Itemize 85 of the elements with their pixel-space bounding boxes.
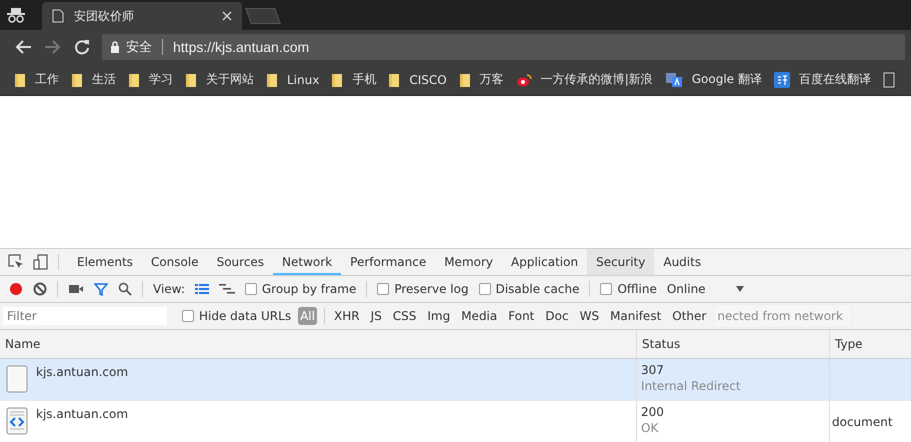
eye-logo-icon[interactable]: [516, 72, 532, 86]
type-filter[interactable]: Font: [506, 307, 536, 325]
code-file-icon[interactable]: [6, 407, 28, 435]
type-filter[interactable]: CSS: [390, 307, 418, 325]
column-header[interactable]: Type: [830, 330, 911, 358]
inspect-icon[interactable]: [8, 254, 24, 270]
bookmark[interactable]: 一方传承的微博|新浪: [516, 71, 653, 88]
request-name: kjs.antuan.com: [36, 407, 128, 421]
search-icon[interactable]: [118, 282, 132, 296]
folder-icon[interactable]: [458, 72, 471, 86]
column-header[interactable]: Name: [0, 330, 637, 358]
square-icon[interactable]: [774, 72, 790, 88]
list-view-icon[interactable]: [194, 283, 209, 295]
bookmark[interactable]: 工作: [14, 71, 59, 88]
folder-icon[interactable]: [266, 72, 278, 86]
bookmark[interactable]: 关于网站: [185, 71, 254, 88]
status-code: 307: [641, 363, 665, 377]
checkbox[interactable]: Disable cache: [478, 282, 580, 296]
status-text: OK: [641, 421, 660, 435]
folder-icon[interactable]: [71, 72, 83, 86]
type-filter[interactable]: Media: [459, 307, 500, 325]
checkbox[interactable]: Hide data URLs: [182, 309, 292, 323]
tab-title: 安团砍价师: [74, 8, 135, 24]
devtools-tab[interactable]: Elements: [68, 249, 142, 275]
throttling-dropdown[interactable]: Online: [666, 282, 744, 296]
type-filter[interactable]: Manifest: [608, 307, 664, 325]
type-filter[interactable]: Other: [670, 307, 708, 325]
bookmark[interactable]: 万客: [458, 71, 504, 88]
filter-icon[interactable]: [94, 282, 108, 296]
view-label: View:: [153, 282, 185, 296]
checkbox[interactable]: Preserve log: [377, 282, 469, 296]
caret-icon[interactable]: [736, 286, 744, 292]
folder-icon[interactable]: [14, 72, 26, 86]
close-icon[interactable]: [222, 11, 232, 21]
devtools-tab[interactable]: Audits: [654, 249, 710, 275]
status-text: Internal Redirect: [641, 379, 742, 393]
filter-field[interactable]: Filter: [3, 307, 167, 325]
status-code: 200: [641, 405, 665, 419]
bookmark[interactable]: Google 翻译: [664, 71, 762, 88]
record-icon[interactable]: [9, 282, 23, 296]
folder-icon[interactable]: [388, 72, 400, 86]
checkbox[interactable]: Offline: [600, 282, 657, 296]
request-name: kjs.antuan.com: [36, 365, 128, 379]
devtools-tab[interactable]: Application: [502, 249, 588, 275]
type-filter[interactable]: Img: [425, 307, 452, 325]
devtools-tab[interactable]: Security: [587, 249, 654, 275]
bookmark[interactable]: 手机: [331, 71, 376, 88]
forward-icon[interactable]: [44, 39, 62, 55]
incognito-icon[interactable]: [6, 7, 26, 23]
bookmark[interactable]: CISCO: [388, 72, 447, 86]
devtools-tab[interactable]: Memory: [435, 249, 502, 275]
waterfall-icon[interactable]: [218, 283, 235, 295]
type-filter[interactable]: Doc: [543, 307, 571, 325]
security-label: 安全: [126, 39, 152, 56]
column-header[interactable]: Status: [637, 330, 830, 358]
device-icon[interactable]: [33, 254, 49, 270]
request-type: document: [832, 415, 893, 429]
url-text: https://kjs.antuan.com: [173, 39, 310, 55]
tooltip: nected from network: [715, 304, 852, 328]
table-row[interactable]: kjs.antuan.com 307 Internal Redirect: [0, 359, 911, 401]
bookmark[interactable]: 学习: [128, 71, 173, 88]
folder-icon[interactable]: [331, 72, 344, 86]
folder-icon[interactable]: [128, 72, 140, 86]
clear-icon[interactable]: [33, 282, 47, 296]
translate-icon[interactable]: [664, 72, 683, 88]
browser-tab[interactable]: 安团砍价师: [42, 2, 242, 30]
type-filter[interactable]: JS: [368, 307, 384, 325]
folder-icon[interactable]: [185, 72, 197, 86]
page-icon[interactable]: [882, 72, 895, 88]
devtools-tab[interactable]: Performance: [341, 249, 436, 275]
type-filter[interactable]: XHR: [332, 307, 362, 325]
type-filter[interactable]: WS: [578, 307, 602, 325]
camera-icon[interactable]: [68, 283, 84, 295]
devtools-tab[interactable]: Sources: [208, 249, 274, 275]
checkbox[interactable]: Group by frame: [244, 282, 356, 296]
bookmark[interactable]: 生活: [71, 71, 116, 88]
address-bar[interactable]: 安全 https://kjs.antuan.com: [102, 34, 905, 60]
page-icon[interactable]: [52, 9, 64, 23]
devtools-tab[interactable]: Console: [142, 249, 208, 275]
back-icon[interactable]: [14, 39, 32, 55]
bookmark[interactable]: Linux: [266, 72, 320, 86]
lock-icon[interactable]: [110, 41, 120, 53]
blank-file-icon[interactable]: [6, 365, 28, 393]
reload-icon[interactable]: [74, 39, 90, 55]
bookmark[interactable]: 百度在线翻译: [774, 71, 871, 88]
